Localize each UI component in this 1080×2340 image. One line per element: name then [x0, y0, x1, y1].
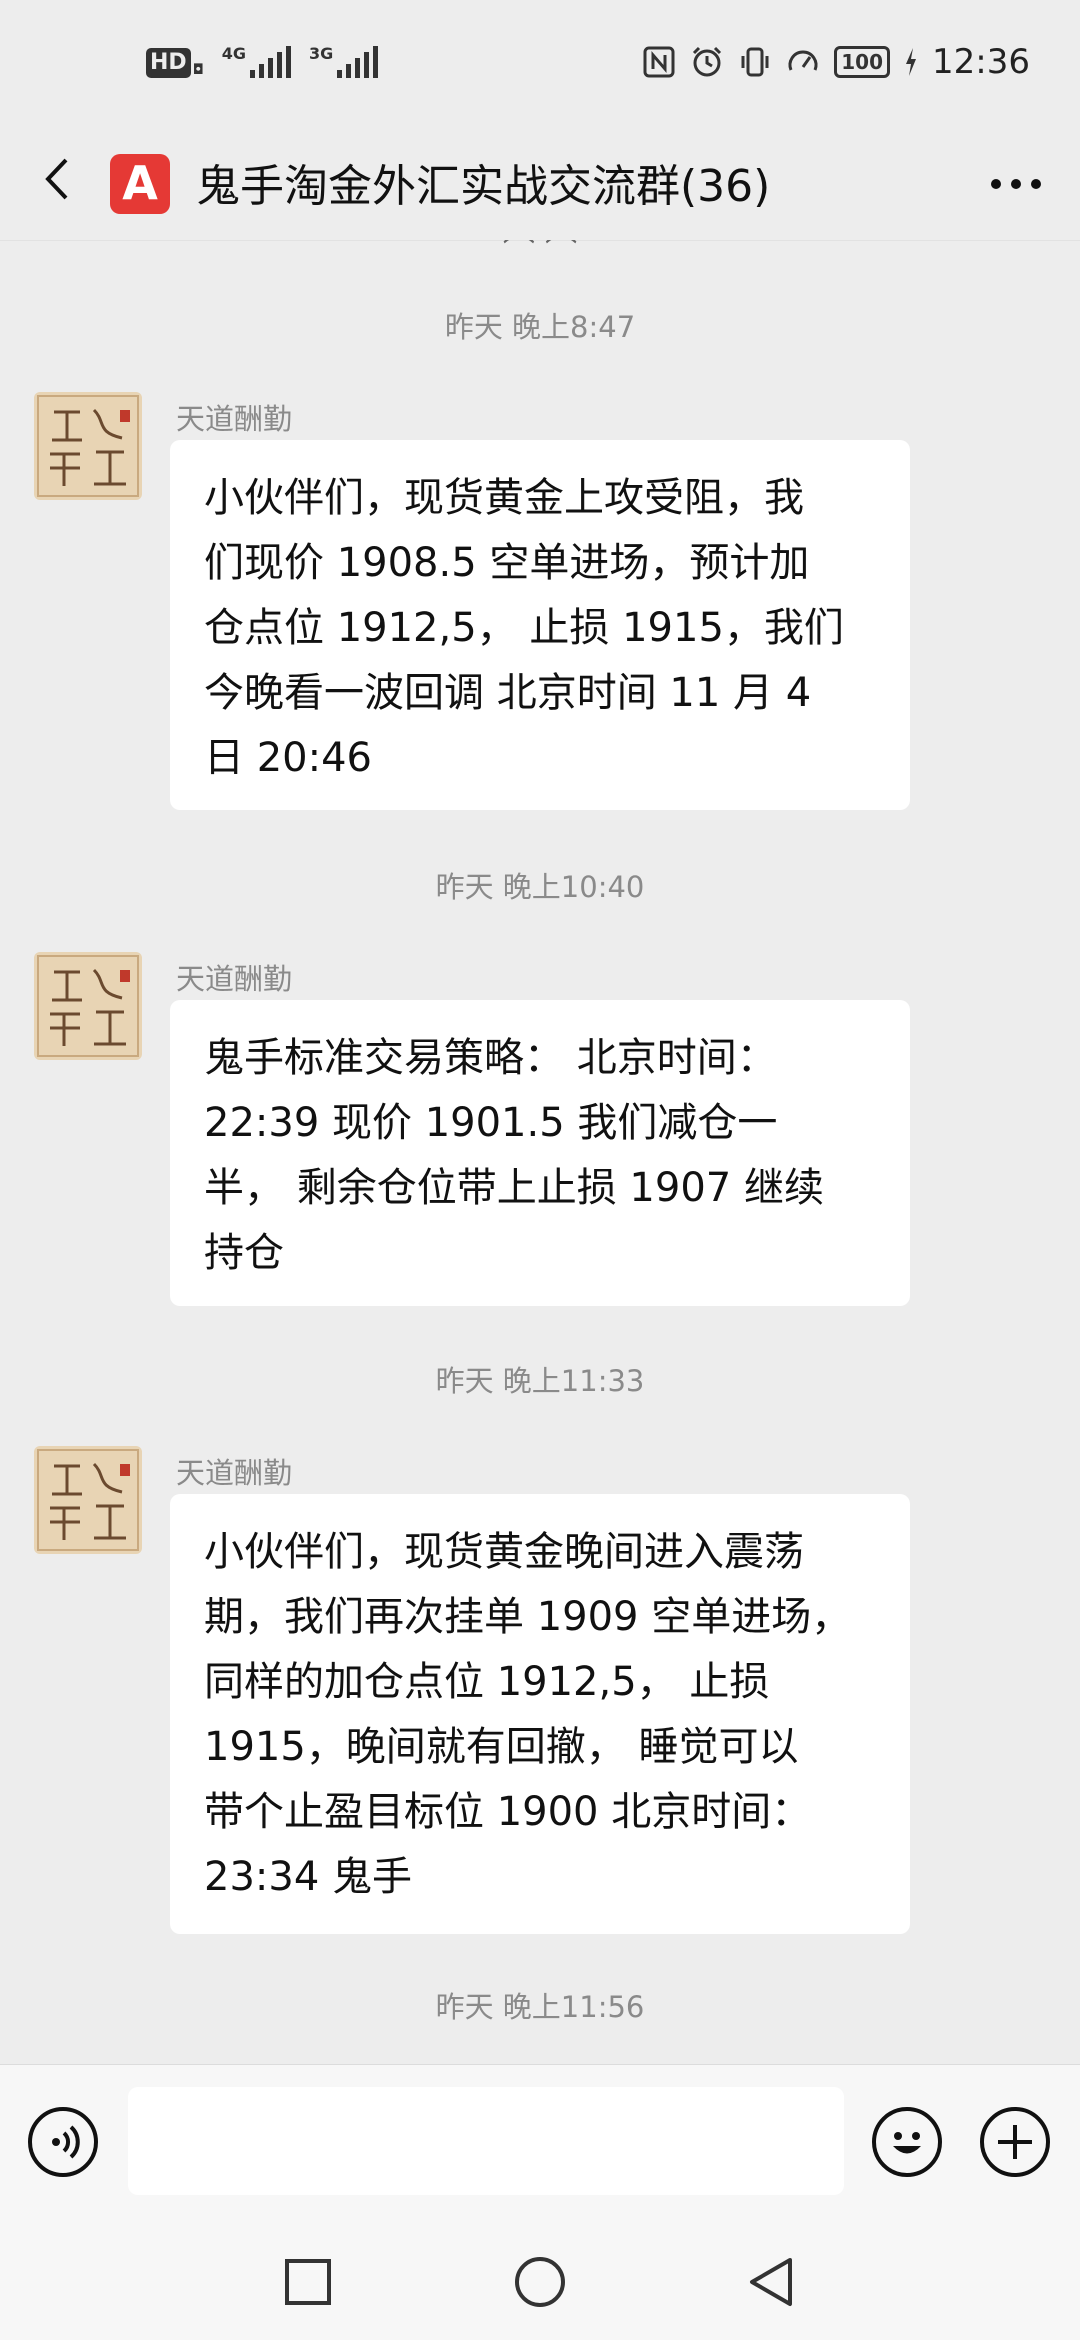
nav-square-icon[interactable]: [278, 2252, 338, 2312]
message-bubble[interactable]: 小伙伴们，现货黄金晚间进入震荡 期，我们再次挂单 1909 空单进场， 同样的加…: [170, 1494, 910, 1934]
battery-icon: 100: [834, 46, 891, 78]
status-right: 100 12:36: [642, 42, 1030, 82]
charging-icon: [906, 48, 917, 76]
voice-icon: [52, 2125, 80, 2159]
timestamp: 昨天 晚上8:47: [444, 310, 636, 344]
navigation-bar: [0, 2222, 1080, 2340]
alarm-icon: [693, 46, 722, 77]
hd-icon: HD: [146, 48, 191, 78]
timestamp: 昨天 晚上11:56: [435, 1990, 645, 2024]
emoji-icon: [893, 2132, 921, 2154]
sender-name: 天道酬勤: [176, 402, 293, 436]
plus-icon: [998, 2125, 1032, 2159]
timestamp: 昨天 晚上11:33: [435, 1364, 645, 1398]
emoji-button[interactable]: [872, 2107, 942, 2177]
message-input[interactable]: [128, 2087, 844, 2195]
status-time: 12:36: [932, 42, 1030, 82]
signal-1-network: 4G: [221, 44, 247, 63]
clipped-previous-message: ⌒ ⌒: [502, 240, 578, 270]
avatar[interactable]: [34, 952, 142, 1060]
hd-sub-icon: ◘: [192, 62, 204, 78]
signal-2-network: 3G: [309, 44, 334, 63]
message-bubble[interactable]: 小伙伴们，现货黄金上攻受阻，我 们现价 1908.5 空单进场，预计加 仓点位 …: [170, 440, 910, 810]
status-left: HD ◘ 4G 3G: [146, 44, 379, 78]
chat-header: A 鬼手淘金外汇实战交流群(36): [0, 130, 1080, 241]
nfc-icon: [643, 46, 675, 78]
group-app-icon: A: [110, 154, 170, 214]
more-icon[interactable]: [986, 164, 1046, 204]
signal-2-icon: 3G: [309, 44, 379, 78]
plus-button[interactable]: [980, 2107, 1050, 2177]
chat-area[interactable]: ⌒ ⌒ 昨天 晚上8:47 天道酬勤 小伙伴们，现货黄金上攻受阻，我 们现价 1…: [0, 240, 1080, 2060]
status-bar: HD ◘ 4G 3G 100 12:36: [0, 0, 1080, 130]
sender-name: 天道酬勤: [176, 1456, 293, 1490]
avatar[interactable]: [34, 392, 142, 500]
vibrate-icon: [741, 47, 769, 77]
timestamp: 昨天 晚上10:40: [435, 870, 645, 904]
back-arrow-icon[interactable]: [28, 148, 90, 210]
signal-1-icon: 4G: [221, 44, 292, 78]
chat-title: 鬼手淘金外汇实战交流群(36): [196, 161, 771, 212]
input-bar: [0, 2064, 1080, 2223]
hd-indicator: HD ◘: [146, 48, 204, 78]
sender-name: 天道酬勤: [176, 962, 293, 996]
nav-back-icon[interactable]: [742, 2252, 802, 2312]
voice-button[interactable]: [28, 2107, 98, 2177]
nav-circle-icon[interactable]: [510, 2252, 570, 2312]
message-bubble[interactable]: 鬼手标准交易策略： 北京时间： 22:39 现价 1901.5 我们减仓一 半，…: [170, 1000, 910, 1306]
avatar[interactable]: [34, 1446, 142, 1554]
speed-icon: [788, 50, 818, 71]
